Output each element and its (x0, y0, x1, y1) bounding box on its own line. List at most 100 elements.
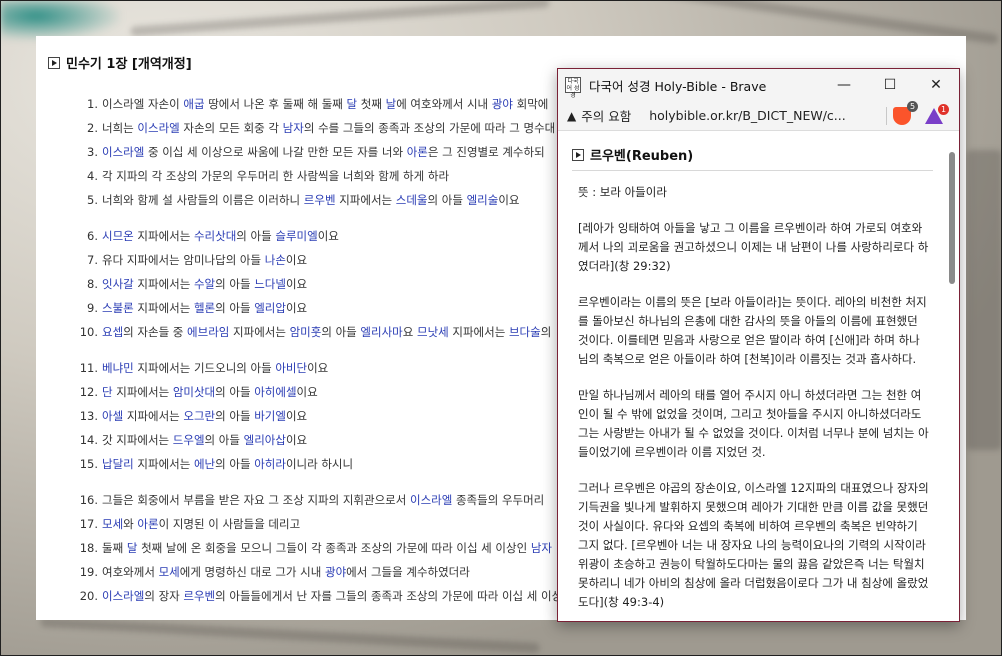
verse-number: 10. (79, 325, 98, 339)
verse-text: 둘째 (102, 541, 127, 555)
name-link[interactable]: 엘리사마 (360, 325, 402, 339)
name-link[interactable]: 이스라엘 (102, 589, 144, 603)
name-link[interactable]: 오그란 (183, 409, 215, 423)
name-link[interactable]: 암미훗 (290, 325, 322, 339)
name-link[interactable]: 아비단 (275, 361, 307, 375)
name-link[interactable]: 시므온 (102, 229, 134, 243)
entry-paragraph: [레아가 잉태하여 아들을 낳고 그 이름을 르우벤이라 하여 가로되 여호와께… (578, 221, 929, 273)
verse-row: 5. 너희와 함께 설 사람들의 이름은 이러하니 르우벤 지파에서는 스데울의 … (76, 192, 519, 208)
brave-rewards-icon[interactable]: 1 (925, 103, 949, 124)
verse-text: 의 (540, 325, 552, 339)
name-link[interactable]: 브다술 (509, 325, 541, 339)
maximize-button[interactable]: ☐ (867, 69, 913, 101)
name-link[interactable]: 아히에셀 (254, 385, 296, 399)
name-link[interactable]: 에브라임 (187, 325, 229, 339)
scrollbar[interactable] (947, 144, 957, 619)
name-link[interactable]: 바기엘 (254, 409, 286, 423)
name-link[interactable]: 아론 (407, 145, 428, 159)
verse-number: 3. (87, 145, 98, 159)
name-link[interactable]: 슬루미엘 (275, 229, 317, 243)
name-link[interactable]: 르우벤 (304, 193, 336, 207)
entry-paragraph: 그러나 르우벤은 야곱의 장손이요, 이스라엘 12지파의 대표였으나 장자의 … (578, 481, 929, 609)
name-link[interactable]: 모세 (102, 517, 123, 531)
scrollbar-thumb[interactable] (949, 152, 955, 284)
name-link[interactable]: 달 (347, 97, 358, 111)
verse-number: 16. (79, 493, 98, 507)
verse-number: 8. (87, 277, 98, 291)
warning-icon[interactable]: ▲ (567, 109, 576, 123)
name-link[interactable]: 애굽 (183, 97, 204, 111)
name-link[interactable]: 광야 (492, 97, 513, 111)
url-field[interactable]: holybible.or.kr/B_DICT_NEW/c... (649, 108, 880, 123)
play-icon[interactable] (572, 148, 584, 161)
verse-text: 의 아들 (321, 325, 361, 339)
name-link[interactable]: 요셉 (102, 325, 123, 339)
name-link[interactable]: 수알 (194, 277, 215, 291)
chapter-title: 민수기 1장 [개역개정] (66, 57, 192, 72)
minimize-button[interactable]: — (821, 69, 867, 101)
name-link[interactable]: 납달리 (102, 457, 134, 471)
verse-row: 1. 이스라엘 자손이 애굽 땅에서 나온 후 둘째 해 둘째 달 첫째 날에 여… (76, 96, 548, 112)
verse-text: 의 수를 그들의 종족과 조상의 가문에 따라 그 명수대 (303, 121, 556, 135)
name-link[interactable]: 스불론 (102, 301, 134, 315)
verse-text: 의 아들들에게서 난 자를 그들의 종족과 조상의 가문에 따라 이십 세 이상 (215, 589, 563, 603)
wallpaper-detail (40, 616, 540, 654)
verse-number: 19. (79, 565, 98, 579)
window-titlebar[interactable]: 다국어 성경 다국어 성경 Holy-Bible - Brave — ☐ ✕ (558, 69, 959, 101)
name-link[interactable]: 남자 (283, 121, 304, 135)
verse-text: 와 (123, 517, 138, 531)
name-link[interactable]: 아셀 (102, 409, 123, 423)
name-link[interactable]: 아히라 (254, 457, 286, 471)
name-link[interactable]: 엘리압 (254, 301, 286, 315)
verse-number: 13. (79, 409, 98, 423)
name-link[interactable]: 드우엘 (173, 433, 205, 447)
name-link[interactable]: 느다넬 (254, 277, 286, 291)
name-link[interactable]: 단 (102, 385, 113, 399)
wallpaper-detail (130, 0, 550, 37)
verse-text: 이 지명된 이 사람들을 데리고 (158, 517, 301, 531)
name-link[interactable]: 모세 (159, 565, 180, 579)
security-warning-label[interactable]: 주의 요함 (581, 106, 631, 125)
verse-row: 9. 스불론 지파에서는 헬론의 아들 엘리압이요 (76, 300, 307, 316)
name-link[interactable]: 므낫세 (417, 325, 449, 339)
verse-text: 이요 (285, 433, 308, 447)
verse-row: 14. 갓 지파에서는 드우엘의 아들 엘리아삽이요 (76, 432, 307, 448)
verse-number: 20. (79, 589, 98, 603)
name-link[interactable]: 광야 (325, 565, 346, 579)
name-link[interactable]: 남자 (531, 541, 552, 555)
name-link[interactable]: 나손 (265, 253, 286, 267)
name-link[interactable]: 잇사갈 (102, 277, 134, 291)
verse-text: 너희와 함께 설 사람들의 이름은 이러하니 (102, 193, 304, 207)
verse-text: 의 아들 (215, 409, 255, 423)
name-link[interactable]: 날 (386, 97, 397, 111)
name-link[interactable]: 에난 (194, 457, 215, 471)
verse-text: 이요 (307, 361, 329, 375)
name-link[interactable]: 아론 (137, 517, 158, 531)
play-icon[interactable] (48, 56, 60, 69)
name-link[interactable]: 헬론 (194, 301, 215, 315)
name-link[interactable]: 엘리아삽 (244, 433, 286, 447)
name-link[interactable]: 달 (127, 541, 138, 555)
verse-text: 지파에서는 (133, 277, 194, 291)
name-link[interactable]: 엘리술 (467, 193, 499, 207)
name-link[interactable]: 수리삿대 (194, 229, 236, 243)
verse-text: 땅에서 나온 후 둘째 해 둘째 (204, 97, 347, 111)
verse-text: 은 그 진영별로 계수하되 (427, 145, 545, 159)
rewards-count-badge: 1 (938, 103, 949, 115)
name-link[interactable]: 이스라엘 (137, 121, 179, 135)
name-link[interactable]: 베냐민 (102, 361, 134, 375)
verse-text: 의 자손들 중 (123, 325, 188, 339)
name-link[interactable]: 이스라엘 (410, 493, 452, 507)
verse-text: 유다 지파에서는 암미나답의 아들 (102, 253, 265, 267)
name-link[interactable]: 이스라엘 (102, 145, 144, 159)
verse-text: 에게 명령하신 대로 그가 시내 (179, 565, 325, 579)
brave-shields-icon[interactable]: 5 (893, 100, 918, 125)
name-link[interactable]: 르우벤 (183, 589, 215, 603)
verse-text: 각 지파의 각 조상의 가문의 우두머리 한 사람씩을 너희와 함께 하게 하라 (102, 169, 450, 183)
name-link[interactable]: 스데울 (396, 193, 428, 207)
close-button[interactable]: ✕ (913, 69, 959, 101)
verse-row: 10. 요셉의 자손들 중 에브라임 지파에서는 암미훗의 아들 엘리사마요 므낫… (76, 324, 552, 340)
verse-number: 11. (79, 361, 98, 375)
verse-text: 의 아들 (215, 277, 255, 291)
name-link[interactable]: 암미삿대 (173, 385, 215, 399)
